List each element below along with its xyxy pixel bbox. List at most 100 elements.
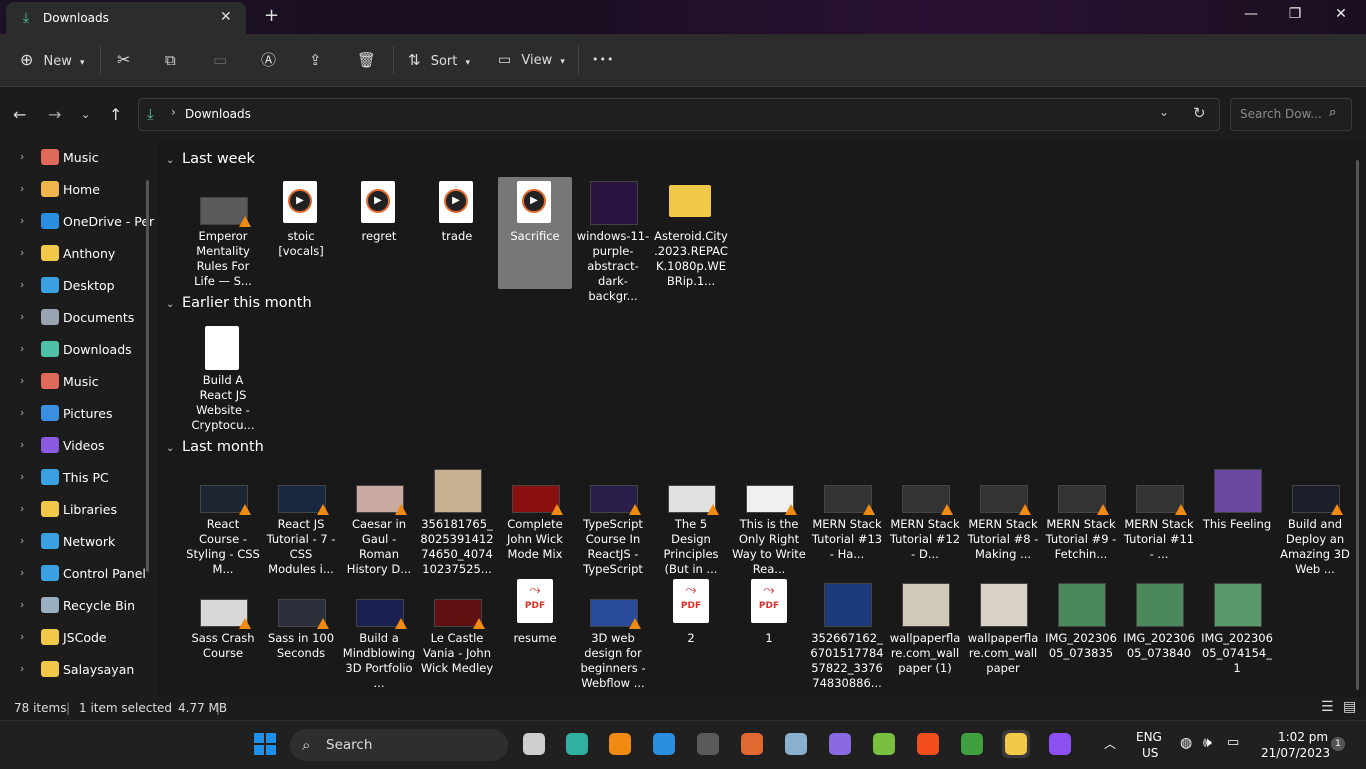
chevron-down-icon[interactable]: ⌄: [166, 299, 182, 310]
refresh-icon[interactable]: ↻: [1193, 104, 1206, 122]
sidebar-item[interactable]: › Libraries: [0, 494, 150, 526]
sidebar-item[interactable]: › Home: [0, 174, 150, 206]
taskbar-app[interactable]: [563, 730, 591, 758]
sidebar-item[interactable]: › Pictures: [0, 398, 150, 430]
taskbar-app[interactable]: [738, 730, 766, 758]
taskbar-app[interactable]: [782, 730, 810, 758]
chevron-right-icon[interactable]: ›: [20, 534, 24, 547]
sidebar-item[interactable]: › Control Panel: [0, 558, 150, 590]
sidebar-item[interactable]: › This PC: [0, 462, 150, 494]
file-item[interactable]: Emperor Mentality Rules For Life — S...: [186, 177, 260, 289]
chevron-right-icon[interactable]: ›: [20, 374, 24, 387]
chevron-right-icon[interactable]: ›: [20, 406, 24, 419]
chevron-right-icon[interactable]: ›: [20, 662, 24, 675]
file-item[interactable]: wallpaperflare.com_wallpaper (1): [888, 579, 962, 691]
up-arrow-icon[interactable]: ↑: [109, 105, 122, 124]
sidebar-item[interactable]: › Salaysayan: [0, 654, 150, 686]
rename-button[interactable]: Ⓐ: [261, 49, 276, 71]
paste-button[interactable]: ▭: [213, 49, 227, 71]
tiles-view-icon[interactable]: ▤: [1343, 699, 1356, 715]
sidebar-scrollbar[interactable]: [146, 180, 149, 572]
sidebar-item[interactable]: › Desktop: [0, 270, 150, 302]
file-item[interactable]: Build A React JS Website - Cryptocu...: [186, 321, 260, 433]
file-item[interactable]: Asteroid.City.2023.REPACK.1080p.WEBRip.1…: [654, 177, 728, 289]
volume-icon[interactable]: 🕪: [1203, 735, 1212, 751]
file-item[interactable]: ⤳ PDF 1: [732, 579, 806, 691]
group-header[interactable]: ⌄ Earlier this month: [166, 295, 312, 311]
file-item[interactable]: React Course - Styling - CSS M...: [186, 465, 260, 577]
sidebar-item[interactable]: › Videos: [0, 430, 150, 462]
file-item[interactable]: Caesar in Gaul - Roman History D...: [342, 465, 416, 577]
copy-button[interactable]: ⧉: [165, 49, 176, 71]
file-item[interactable]: Build a Mindblowing 3D Portfolio ...: [342, 579, 416, 691]
address-bar[interactable]: ⤓ › Downloads ⌄ ↻: [138, 98, 1220, 131]
taskbar-search[interactable]: ⌕ Search: [290, 729, 508, 761]
forward-arrow-icon[interactable]: →: [48, 105, 61, 124]
file-item[interactable]: The 5 Design Principles (But in ...: [654, 465, 728, 577]
chevron-right-icon[interactable]: ›: [20, 630, 24, 643]
sort-button[interactable]: ⇅ Sort ▾: [408, 49, 470, 71]
more-options-button[interactable]: •••: [592, 49, 614, 71]
chevron-right-icon[interactable]: ›: [20, 150, 24, 163]
sidebar-item[interactable]: › Downloads: [0, 334, 150, 366]
file-item[interactable]: ▶ stoic [vocals]: [264, 177, 338, 289]
chevron-right-icon[interactable]: ›: [20, 470, 24, 483]
file-item[interactable]: This is the Only Right Way to Write Rea.…: [732, 465, 806, 577]
sidebar-item[interactable]: › OneDrive - Per: [0, 206, 154, 238]
tab-downloads[interactable]: ⤓ Downloads ✕: [6, 2, 246, 34]
chevron-down-icon[interactable]: ⌄: [1159, 105, 1169, 119]
breadcrumb[interactable]: Downloads: [185, 107, 251, 121]
region-code[interactable]: US: [1142, 746, 1158, 760]
language-code[interactable]: ENG: [1136, 730, 1162, 744]
file-item[interactable]: IMG_20230605_073840: [1122, 579, 1196, 691]
chevron-right-icon[interactable]: ›: [171, 105, 176, 119]
file-item[interactable]: ⤳ PDF resume: [498, 579, 572, 691]
notification-badge[interactable]: 1: [1331, 737, 1345, 751]
taskbar-app[interactable]: [694, 730, 722, 758]
chevron-right-icon[interactable]: ›: [20, 182, 24, 195]
chevron-right-icon[interactable]: ›: [20, 278, 24, 291]
file-item[interactable]: 3D web design for beginners - Webflow ..…: [576, 579, 650, 691]
chevron-right-icon[interactable]: ›: [20, 598, 24, 611]
cut-button[interactable]: ✂: [117, 49, 130, 71]
file-item[interactable]: ▶ regret: [342, 177, 416, 289]
sidebar-item[interactable]: › Anthony: [0, 238, 150, 270]
taskbar-app[interactable]: [914, 730, 942, 758]
sidebar-item[interactable]: › Network: [0, 526, 150, 558]
taskbar-app[interactable]: [1046, 730, 1074, 758]
file-item[interactable]: ▶ Sacrifice: [498, 177, 572, 289]
maximize-button[interactable]: ❐: [1280, 6, 1310, 22]
file-item[interactable]: ▶ trade: [420, 177, 494, 289]
chevron-right-icon[interactable]: ›: [20, 246, 24, 259]
sidebar-item[interactable]: › Documents: [0, 302, 150, 334]
battery-icon[interactable]: ▭: [1227, 735, 1239, 750]
close-tab-icon[interactable]: ✕: [220, 9, 232, 25]
view-button[interactable]: ▭ View ▾: [498, 49, 565, 71]
group-header[interactable]: ⌄ Last week: [166, 151, 255, 167]
back-arrow-icon[interactable]: ←: [13, 105, 26, 124]
file-item[interactable]: MERN Stack Tutorial #9 - Fetchin...: [1044, 465, 1118, 577]
recent-locations-chevron-icon[interactable]: ⌄: [81, 108, 90, 121]
chevron-right-icon[interactable]: ›: [20, 342, 24, 355]
content-scrollbar[interactable]: [1356, 160, 1359, 690]
group-header[interactable]: ⌄ Last month: [166, 439, 264, 455]
chevron-right-icon[interactable]: ›: [20, 214, 24, 227]
taskbar-app[interactable]: [650, 730, 678, 758]
sidebar-item[interactable]: › Music: [0, 142, 150, 174]
clock-date[interactable]: 21/07/2023: [1261, 746, 1330, 760]
file-item[interactable]: Complete John Wick Mode Mix: [498, 465, 572, 577]
search-input[interactable]: Search Dow... ⌕: [1230, 98, 1352, 131]
share-button[interactable]: ⇪: [309, 49, 322, 71]
start-button[interactable]: [251, 730, 279, 758]
chevron-up-icon[interactable]: ︿: [1104, 735, 1116, 752]
chevron-right-icon[interactable]: ›: [20, 438, 24, 451]
file-item[interactable]: wallpaperflare.com_wallpaper: [966, 579, 1040, 691]
chevron-right-icon[interactable]: ›: [20, 566, 24, 579]
clock-time[interactable]: 1:02 pm: [1278, 730, 1328, 744]
file-item[interactable]: TypeScript Course In ReactJS - TypeScrip…: [576, 465, 650, 577]
delete-button[interactable]: 🗑: [357, 49, 376, 71]
file-item[interactable]: MERN Stack Tutorial #11 - ...: [1122, 465, 1196, 577]
close-window-button[interactable]: ✕: [1326, 6, 1356, 22]
taskbar-app[interactable]: [826, 730, 854, 758]
file-item[interactable]: MERN Stack Tutorial #8 - Making ...: [966, 465, 1040, 577]
